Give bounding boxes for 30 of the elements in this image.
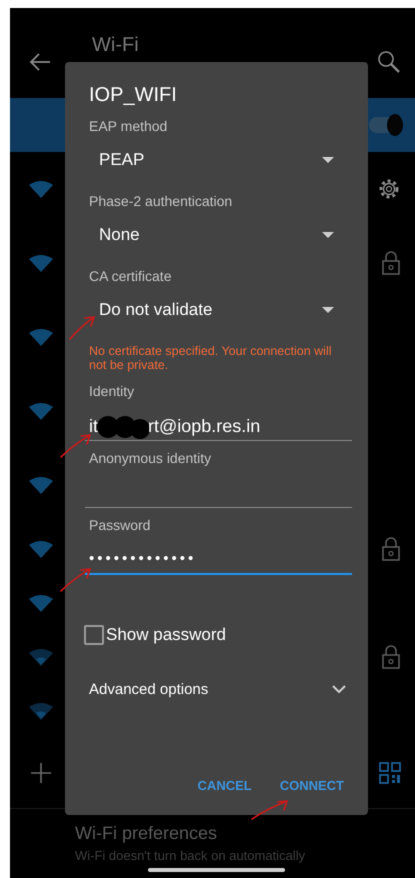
caret-icon	[322, 232, 334, 238]
dropdown[interactable]: None	[89, 211, 352, 259]
back-arrow-icon[interactable]	[28, 52, 52, 72]
gear-icon[interactable]	[377, 177, 401, 201]
caret-icon	[322, 157, 334, 163]
dropdown-value: PEAP	[99, 150, 144, 170]
dialog-title: IOP_WIFI	[89, 83, 178, 107]
dropdown[interactable]: Do not validate	[89, 286, 352, 334]
checkbox[interactable]	[84, 625, 104, 645]
plus-icon[interactable]	[30, 762, 52, 784]
error-message: No certificate specified. Your connection will not be private.	[89, 344, 332, 372]
field-label: CA certificate	[89, 267, 172, 286]
dropdown-value: Do not validate	[99, 300, 212, 320]
checkbox-label[interactable]: Show password	[106, 625, 226, 645]
advanced-options-row[interactable]: Advanced options	[89, 677, 352, 701]
screen-title: Wi-Fi	[92, 34, 140, 56]
dropdown[interactable]: PEAP	[89, 136, 352, 184]
field-label: Password	[89, 516, 152, 535]
search-icon[interactable]	[377, 50, 401, 74]
field-label: Phase-2 authentication	[89, 192, 234, 211]
field-label: Identity	[89, 382, 136, 401]
qr-code-icon[interactable]	[379, 762, 401, 784]
input-field[interactable]: •••••••••••••	[85, 535, 352, 575]
preferences-subtitle: Wi-Fi doesn't turn back on automatically	[75, 848, 306, 863]
dropdown-value: None	[99, 225, 140, 245]
caret-icon	[322, 307, 334, 313]
field-label: EAP method	[89, 117, 168, 136]
input-field[interactable]: it rt@iopb.res.in	[85, 401, 352, 441]
field-label: Anonymous identity	[89, 449, 212, 468]
toggle-switch[interactable]	[369, 117, 403, 133]
